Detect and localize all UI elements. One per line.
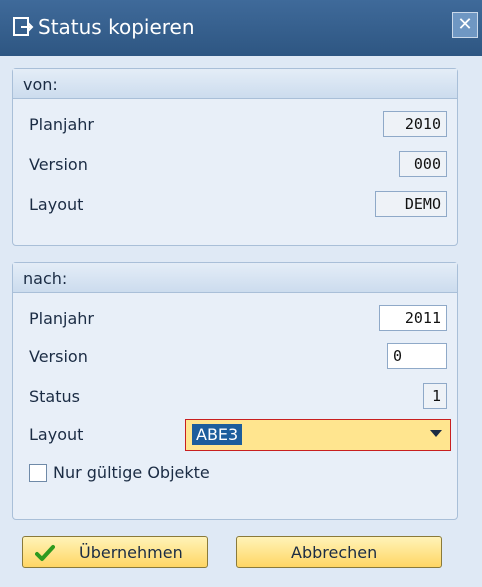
close-button[interactable]: ✕ [452, 12, 478, 38]
nur-gueltige-objekte-checkbox[interactable] [29, 464, 47, 482]
nach-layout-row: Layout ABE3 [13, 419, 457, 451]
uebernehmen-label: Übernehmen [79, 543, 183, 562]
nach-status-label: Status [29, 387, 80, 406]
layout-dropdown-value: ABE3 [192, 424, 243, 445]
uebernehmen-button[interactable]: Übernehmen [22, 536, 208, 568]
nach-version-input[interactable]: 0 [387, 343, 447, 369]
nach-planjahr-input[interactable]: 2011 [379, 305, 447, 331]
von-panel: von: Planjahr 2010 Version 000 Layout DE… [12, 68, 458, 246]
title-bar: Status kopieren ✕ [0, 0, 482, 56]
abbrechen-label: Abbrechen [291, 543, 378, 562]
von-planjahr-field: 2010 [383, 111, 447, 137]
nach-checkbox-row: Nur gültige Objekte [13, 459, 457, 491]
von-layout-field: DEMO [375, 191, 447, 217]
nach-status-field: 1 [423, 383, 447, 409]
von-layout-row: Layout DEMO [13, 189, 457, 221]
nach-version-row: Version 0 [13, 341, 457, 373]
close-icon: ✕ [457, 14, 473, 35]
nach-layout-label: Layout [29, 425, 84, 444]
nur-gueltige-objekte-label[interactable]: Nur gültige Objekte [53, 463, 210, 482]
von-planjahr-row: Planjahr 2010 [13, 109, 457, 141]
nach-header: nach: [13, 263, 457, 293]
von-planjahr-label: Planjahr [29, 115, 95, 134]
layout-dropdown[interactable]: ABE3 [185, 419, 451, 451]
von-version-row: Version 000 [13, 149, 457, 181]
von-version-label: Version [29, 155, 88, 174]
nach-status-row: Status 1 [13, 381, 457, 413]
chevron-down-icon[interactable] [430, 430, 442, 437]
window-title: Status kopieren [38, 15, 195, 39]
nach-panel: nach: Planjahr 2011 Version 0 Status 1 L… [12, 262, 458, 520]
nach-planjahr-label: Planjahr [29, 309, 95, 328]
von-header: von: [13, 69, 457, 99]
nach-version-label: Version [29, 347, 88, 366]
nach-planjahr-row: Planjahr 2011 [13, 303, 457, 335]
abbrechen-button[interactable]: Abbrechen [236, 536, 442, 568]
checkmark-icon [35, 545, 55, 561]
von-layout-label: Layout [29, 195, 84, 214]
copy-status-icon [13, 17, 34, 36]
von-version-field: 000 [399, 151, 447, 177]
